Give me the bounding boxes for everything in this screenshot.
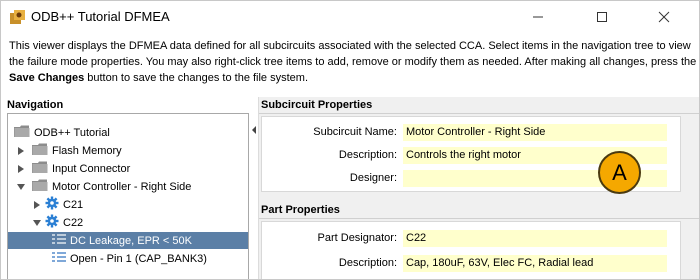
section-divider: [259, 218, 699, 219]
description-save-changes-emphasis: Save Changes: [9, 72, 85, 84]
folder-icon: [32, 161, 48, 177]
description-text: This viewer displays the DFMEA data defi…: [9, 40, 697, 68]
failure-mode-icon: [52, 233, 66, 248]
tree-item-label: Input Connector: [52, 162, 131, 175]
part-properties-header: Part Properties: [261, 204, 340, 216]
title-bar: ODB++ Tutorial DFMEA: [1, 1, 699, 33]
collapse-arrow-icon[interactable]: [16, 182, 26, 192]
maximize-button[interactable]: [579, 1, 625, 33]
app-logo-icon: [10, 10, 25, 24]
viewer-description: This viewer displays the DFMEA data defi…: [9, 38, 697, 86]
failure-mode-icon: [52, 251, 66, 266]
tree-item-label: C22: [63, 216, 84, 229]
tree-item-label: Motor Controller - Right Side: [52, 180, 192, 193]
navigation-tree[interactable]: ODB++ Tutorial Flash Memory Input Connec…: [7, 113, 249, 279]
part-designator-label: Part Designator:: [317, 232, 397, 244]
splitter-grip-icon[interactable]: [252, 125, 256, 134]
window-title: ODB++ Tutorial DFMEA: [31, 9, 170, 24]
tree-item-label: Open - Pin 1 (CAP_BANK3): [70, 252, 207, 265]
expand-arrow-icon[interactable]: [16, 146, 26, 156]
part-description-label: Description:: [338, 257, 397, 269]
designer-label: Designer:: [349, 172, 397, 184]
folder-icon: [32, 143, 48, 159]
close-icon: [658, 11, 670, 23]
tree-item-odb-tutorial[interactable]: ODB++ Tutorial: [8, 124, 248, 141]
subcircuit-name-field[interactable]: Motor Controller - Right Side: [403, 124, 667, 141]
part-designator-field[interactable]: C22: [403, 230, 667, 247]
folder-icon: [32, 179, 48, 195]
minimize-icon: [533, 16, 543, 18]
tree-item-label: ODB++ Tutorial: [34, 126, 110, 139]
section-divider: [259, 113, 699, 114]
expand-arrow-icon[interactable]: [32, 200, 42, 210]
subcircuit-properties-header: Subcircuit Properties: [261, 99, 373, 111]
tree-item-open-pin-1[interactable]: Open - Pin 1 (CAP_BANK3): [8, 250, 248, 267]
description-text-end: button to save the changes to the file s…: [84, 72, 309, 84]
maximize-icon: [597, 12, 607, 22]
tree-item-c21[interactable]: C21: [8, 196, 248, 213]
folder-icon: [14, 125, 30, 141]
navigation-header: Navigation: [7, 99, 64, 111]
expand-arrow-icon[interactable]: [16, 164, 26, 174]
subcircuit-description-label: Description:: [338, 149, 397, 161]
gear-icon: [45, 196, 59, 213]
part-description-field[interactable]: Cap, 180uF, 63V, Elec FC, Radial lead: [403, 255, 667, 272]
callout-marker: A: [598, 151, 641, 194]
dfmea-window: ODB++ Tutorial DFMEA This viewer display…: [0, 0, 700, 280]
gear-icon: [45, 214, 59, 231]
collapse-arrow-icon[interactable]: [32, 218, 42, 228]
subcircuit-name-label: Subcircuit Name:: [313, 126, 397, 138]
tree-item-input-connector[interactable]: Input Connector: [8, 160, 248, 177]
tree-item-flash-memory[interactable]: Flash Memory: [8, 142, 248, 159]
tree-item-c22[interactable]: C22: [8, 214, 248, 231]
tree-item-label: C21: [63, 198, 84, 211]
tree-item-label: DC Leakage, EPR < 50K: [70, 234, 192, 247]
tree-item-motor-controller-right-side[interactable]: Motor Controller - Right Side: [8, 178, 248, 195]
minimize-button[interactable]: [515, 1, 561, 33]
tree-item-label: Flash Memory: [52, 144, 122, 157]
close-button[interactable]: [641, 1, 687, 33]
tree-item-dc-leakage[interactable]: DC Leakage, EPR < 50K: [8, 232, 248, 249]
